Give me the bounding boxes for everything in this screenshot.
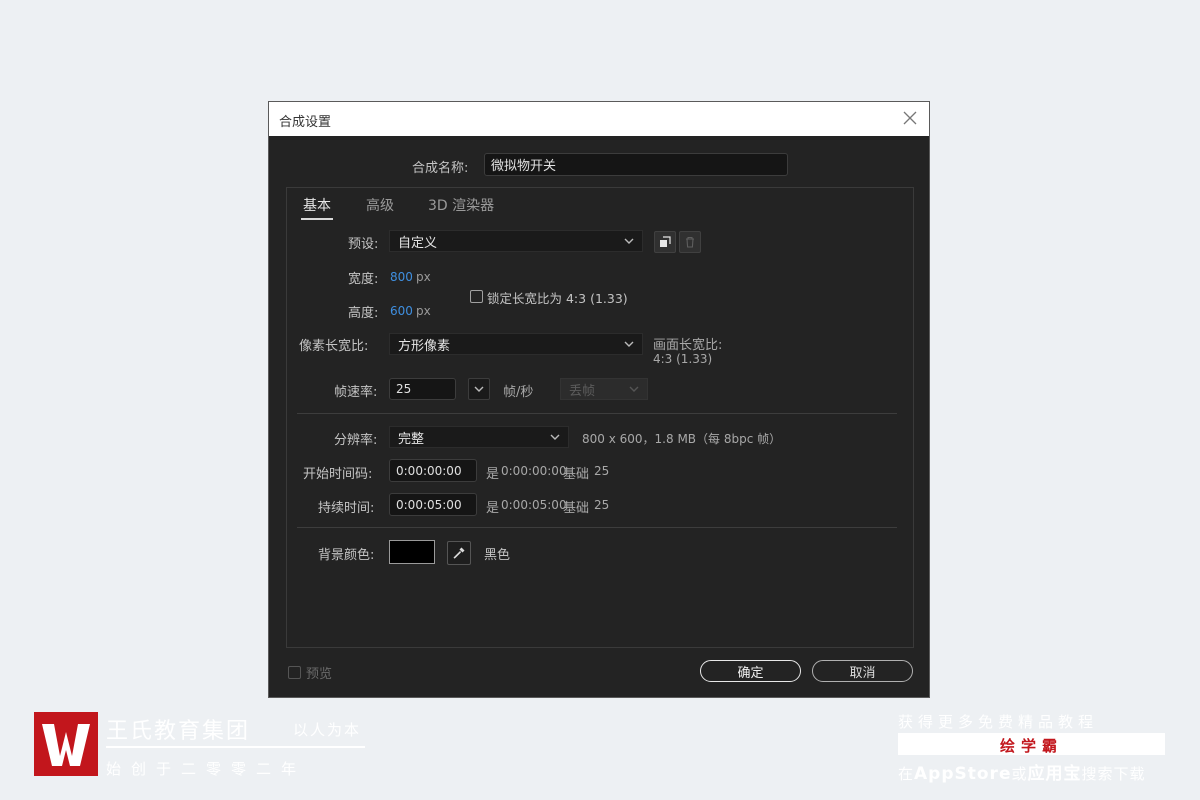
- bg-color-name: 黑色: [484, 548, 511, 563]
- comp-name-label: 合成名称:: [412, 161, 469, 176]
- width-unit: px: [416, 270, 431, 284]
- brand-logo: [34, 712, 98, 776]
- start-timecode-note-time: 0:00:00:00: [501, 464, 567, 478]
- composition-settings-dialog: 合成设置 合成名称: 微拟物开关 基本 高级 3D 渲染器 预设: 自定义 宽度…: [268, 101, 930, 698]
- brand-logo-icon: [42, 724, 90, 766]
- frame-rate-input[interactable]: 25: [389, 378, 456, 400]
- tab-basic[interactable]: 基本: [301, 195, 333, 220]
- drop-frame-value: 丢帧: [569, 383, 596, 399]
- watermark-brand: 绘学霸: [999, 737, 1063, 755]
- cancel-button[interactable]: 取消: [812, 660, 913, 682]
- start-timecode-base-value: 25: [594, 464, 610, 478]
- watermark-slogan: 以人为本: [293, 721, 362, 739]
- height-value[interactable]: 600: [390, 304, 413, 318]
- start-timecode-input[interactable]: 0:00:00:00: [389, 459, 477, 482]
- resolution-select[interactable]: 完整: [389, 426, 569, 448]
- resolution-label: 分辨率:: [334, 433, 378, 448]
- watermark-yingyongbao: 应用宝: [1027, 764, 1082, 784]
- save-preset-icon: [660, 236, 671, 247]
- pixel-aspect-value: 方形像素: [398, 338, 451, 354]
- width-label: 宽度:: [348, 272, 379, 287]
- eyedropper-button[interactable]: [447, 541, 471, 565]
- divider: [297, 527, 897, 528]
- divider: [297, 413, 897, 414]
- start-timecode-base-label: 基础: [563, 467, 590, 482]
- start-timecode-note-prefix: 是: [486, 467, 500, 482]
- tab-advanced[interactable]: 高级: [366, 195, 394, 215]
- watermark-founded: 始创于二零零二年: [106, 760, 307, 778]
- dialog-title: 合成设置: [279, 115, 332, 130]
- frame-rate-dropdown-button[interactable]: [468, 378, 490, 400]
- chevron-down-icon: [624, 341, 634, 347]
- resolution-value: 完整: [398, 431, 425, 447]
- bg-color-swatch[interactable]: [389, 540, 435, 564]
- preset-select[interactable]: 自定义: [389, 230, 643, 252]
- watermark-appstore: AppStore: [914, 764, 1012, 784]
- bg-color-label: 背景颜色:: [318, 548, 375, 563]
- watermark-org-name: 王氏教育集团: [106, 719, 251, 744]
- preview-label: 预览: [306, 667, 333, 682]
- duration-label: 持续时间:: [318, 501, 375, 516]
- chevron-down-icon: [624, 238, 634, 244]
- preset-value: 自定义: [398, 235, 438, 251]
- start-timecode-label: 开始时间码:: [303, 467, 373, 482]
- duration-note-time: 0:00:05:00: [501, 498, 567, 512]
- dialog-titlebar: 合成设置: [269, 102, 929, 136]
- preset-label: 预设:: [348, 237, 379, 252]
- duration-base-label: 基础: [563, 501, 590, 516]
- width-value[interactable]: 800: [390, 270, 413, 284]
- eyedropper-icon: [453, 547, 465, 559]
- watermark-download-a: 在: [898, 765, 915, 783]
- duration-input[interactable]: 0:00:05:00: [389, 493, 477, 516]
- drop-frame-select[interactable]: 丢帧: [560, 378, 648, 400]
- frame-aspect-label: 画面长宽比:: [653, 338, 723, 353]
- height-label: 高度:: [348, 306, 379, 321]
- save-preset-button[interactable]: [654, 231, 676, 253]
- watermark-download-c: 或: [1011, 765, 1028, 783]
- lock-aspect-checkbox[interactable]: [470, 290, 483, 303]
- trash-icon: [686, 236, 694, 248]
- chevron-down-icon: [474, 386, 484, 392]
- height-unit: px: [416, 304, 431, 318]
- comp-name-input[interactable]: 微拟物开关: [484, 153, 788, 176]
- delete-preset-button[interactable]: [679, 231, 701, 253]
- preview-checkbox[interactable]: [288, 666, 301, 679]
- ok-button[interactable]: 确定: [700, 660, 801, 682]
- frame-aspect-value: 4:3 (1.33): [653, 352, 713, 366]
- close-icon[interactable]: [901, 109, 919, 127]
- watermark-download-e: 搜索下载: [1081, 765, 1146, 783]
- chevron-down-icon: [550, 434, 560, 440]
- duration-note-prefix: 是: [486, 501, 500, 516]
- lock-aspect-label: 锁定长宽比为 4:3 (1.33): [487, 291, 628, 306]
- duration-base-value: 25: [594, 498, 610, 512]
- frame-rate-unit: 帧/秒: [503, 385, 534, 400]
- pixel-aspect-select[interactable]: 方形像素: [389, 333, 643, 355]
- pixel-aspect-label: 像素长宽比:: [299, 339, 369, 354]
- chevron-down-icon: [629, 386, 639, 392]
- watermark-download-line: 在AppStore或应用宝搜索下载: [898, 759, 1146, 784]
- watermark-divider: [106, 746, 365, 748]
- resolution-info: 800 x 600，1.8 MB（每 8bpc 帧）: [582, 432, 782, 446]
- tab-3d-renderer[interactable]: 3D 渲染器: [428, 195, 494, 215]
- watermark-promo-line: 获得更多免费精品教程: [898, 713, 1099, 731]
- settings-panel: 基本 高级 3D 渲染器 预设: 自定义 宽度: 800 px 高度: 600 …: [286, 187, 914, 648]
- frame-rate-label: 帧速率:: [334, 385, 378, 400]
